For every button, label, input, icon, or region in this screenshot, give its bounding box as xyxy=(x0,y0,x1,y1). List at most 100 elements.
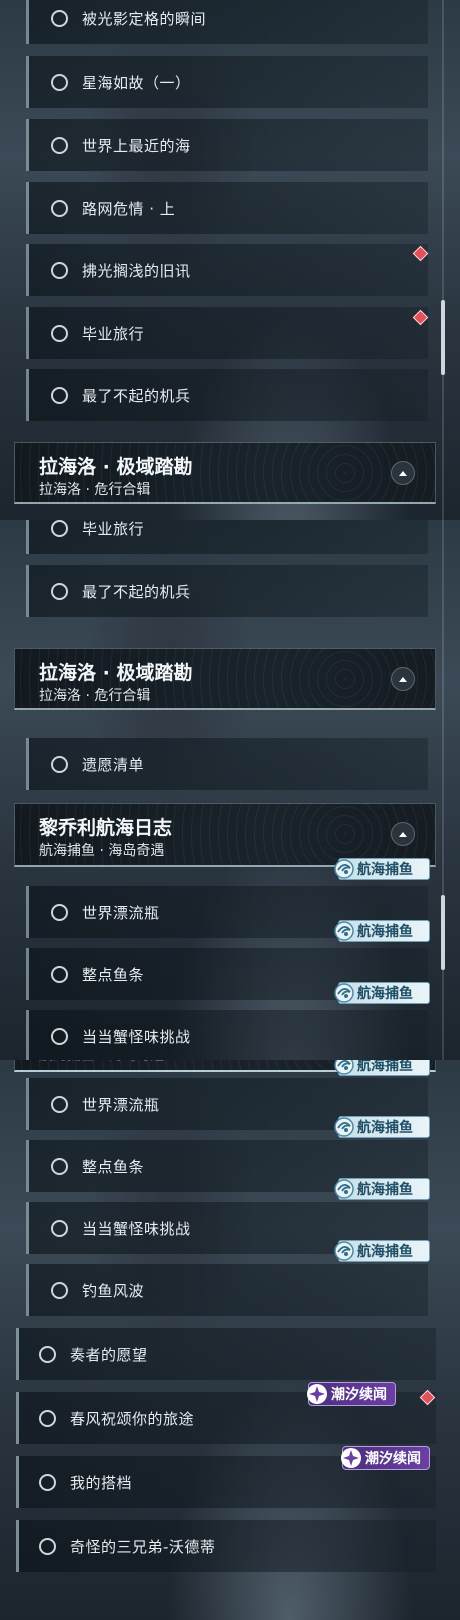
quest-label: 春风祝颂你的旅途 xyxy=(70,1409,195,1428)
fishing-tag-label: 航海捕鱼 xyxy=(357,1120,413,1136)
radio-icon xyxy=(51,199,68,217)
group-subtitle: 航海捕鱼 · 海岛奇遇 xyxy=(39,843,165,859)
fishing-swirl-icon xyxy=(334,859,354,879)
fishing-swirl-icon xyxy=(334,921,354,941)
radio-icon xyxy=(51,755,68,773)
quest-item[interactable]: 遗愿清单 xyxy=(26,738,428,790)
scrollbar-track[interactable] xyxy=(442,520,444,1060)
tide-tag: 潮汐续闻 xyxy=(307,1382,396,1406)
quest-label: 当当蟹怪味挑战 xyxy=(82,1027,191,1046)
tide-tag-label: 潮汐续闻 xyxy=(365,1451,421,1467)
fishing-tag-label: 航海捕鱼 xyxy=(357,1182,413,1198)
quest-item[interactable]: 奏者的愿望 xyxy=(16,1328,436,1380)
quest-item[interactable]: 最了不起的机兵 xyxy=(26,565,428,617)
group-header-lahailuo[interactable]: 拉海洛 · 极域踏勘 拉海洛 · 危行合辑 xyxy=(14,442,436,504)
tide-tag-label: 潮汐续闻 xyxy=(331,1387,387,1403)
radio-icon xyxy=(51,520,68,537)
fishing-tag: 航海捕鱼 xyxy=(334,1116,430,1138)
fishing-tag: 航海捕鱼 xyxy=(334,1240,430,1262)
quest-item[interactable]: 最了不起的机兵 xyxy=(26,369,428,421)
quest-item[interactable]: 星海如故（一） xyxy=(26,56,428,108)
quest-label: 世界漂流瓶 xyxy=(82,1095,160,1114)
fishing-tag-label: 航海捕鱼 xyxy=(357,1244,413,1260)
group-subtitle: 航海捕鱼 · 海岛奇遇 xyxy=(39,1060,164,1065)
fishing-tag: 航海捕鱼 xyxy=(334,920,430,942)
fishing-tag-label: 航海捕鱼 xyxy=(357,1060,413,1074)
quest-label: 遗愿清单 xyxy=(82,755,145,774)
chevron-up-icon xyxy=(399,470,407,476)
fishing-tag: 航海捕鱼 xyxy=(334,982,430,1004)
quest-label: 整点鱼条 xyxy=(82,965,145,984)
group-title: 拉海洛 · 极域踏勘 xyxy=(39,662,193,684)
scrollbar-track[interactable] xyxy=(442,0,444,520)
quest-label: 世界上最近的海 xyxy=(82,136,191,155)
radio-icon xyxy=(51,1027,68,1045)
quest-item[interactable]: 世界上最近的海 xyxy=(26,119,428,171)
quest-label: 最了不起的机兵 xyxy=(82,582,191,601)
collapse-button[interactable] xyxy=(391,822,415,846)
radio-icon xyxy=(51,261,68,279)
quest-item[interactable]: 拂光搁浅的旧讯 xyxy=(26,244,428,296)
quest-label: 星海如故（一） xyxy=(82,73,191,92)
radio-icon xyxy=(51,965,68,983)
quest-item[interactable]: 当当蟹怪味挑战 xyxy=(26,1010,428,1060)
group-subtitle: 拉海洛 · 危行合辑 xyxy=(39,688,151,704)
quest-item[interactable]: 毕业旅行 xyxy=(26,307,428,359)
quest-label: 最了不起的机兵 xyxy=(82,386,191,405)
radio-icon xyxy=(39,1345,56,1363)
quest-label: 世界漂流瓶 xyxy=(82,903,160,922)
radio-icon xyxy=(51,73,68,91)
group-title: 拉海洛 · 极域踏勘 xyxy=(39,456,193,478)
quest-label: 我的搭档 xyxy=(70,1473,133,1492)
group-header-lahailuo[interactable]: 拉海洛 · 极域踏勘 拉海洛 · 危行合辑 xyxy=(14,648,436,710)
fishing-tag-label: 航海捕鱼 xyxy=(357,986,413,1002)
quest-item[interactable]: 毕业旅行 xyxy=(26,520,428,554)
radio-icon xyxy=(39,1409,56,1427)
quest-list-panel-2: 毕业旅行 最了不起的机兵 拉海洛 · 极域踏勘 拉海洛 · 危行合辑 遗愿清单 … xyxy=(0,520,460,1060)
fishing-tag: 航海捕鱼 xyxy=(334,1178,430,1200)
radio-icon xyxy=(39,1537,56,1555)
fishing-tag: 航海捕鱼 xyxy=(334,1060,430,1076)
radio-icon xyxy=(51,386,68,404)
radio-icon xyxy=(51,1219,68,1237)
quest-label: 钓鱼风波 xyxy=(82,1281,145,1300)
quest-label: 毕业旅行 xyxy=(82,324,145,343)
radio-icon xyxy=(51,1157,68,1175)
tide-star-icon xyxy=(307,1384,327,1404)
radio-icon xyxy=(51,582,68,600)
quest-item[interactable]: 路网危情 · 上 xyxy=(26,182,428,234)
fishing-tag: 航海捕鱼 xyxy=(334,858,430,880)
radio-icon xyxy=(51,903,68,921)
fishing-swirl-icon xyxy=(334,1117,354,1137)
tide-star-icon xyxy=(341,1448,361,1468)
quest-label: 当当蟹怪味挑战 xyxy=(82,1219,191,1238)
radio-icon xyxy=(51,136,68,154)
chevron-up-icon xyxy=(399,676,407,682)
fishing-tag-label: 航海捕鱼 xyxy=(357,924,413,940)
group-subtitle: 拉海洛 · 危行合辑 xyxy=(39,482,151,498)
quest-list-panel-1: 被光影定格的瞬间 星海如故（一） 世界上最近的海 路网危情 · 上 拂光搁浅的旧… xyxy=(0,0,460,520)
fishing-swirl-icon xyxy=(334,1179,354,1199)
fishing-swirl-icon xyxy=(334,1060,354,1075)
scrollbar-thumb[interactable] xyxy=(441,300,445,375)
collapse-button[interactable] xyxy=(391,667,415,691)
quest-label: 路网危情 · 上 xyxy=(82,199,176,218)
radio-icon xyxy=(39,1473,56,1491)
chevron-up-icon xyxy=(399,831,407,837)
fishing-tag-label: 航海捕鱼 xyxy=(357,862,413,878)
quest-label: 毕业旅行 xyxy=(82,520,145,538)
radio-icon xyxy=(51,9,68,27)
radio-icon xyxy=(51,324,68,342)
scrollbar-thumb[interactable] xyxy=(441,895,445,970)
quest-list-panel-3: 航海捕鱼 · 海岛奇遇 世界漂流瓶 整点鱼条 当当蟹怪味挑战 钓鱼风波 航海捕鱼… xyxy=(0,1060,460,1620)
quest-item[interactable]: 钓鱼风波 xyxy=(26,1264,428,1316)
quest-label: 被光影定格的瞬间 xyxy=(82,9,207,28)
quest-item[interactable]: 奇怪的三兄弟-沃德蒂 xyxy=(16,1520,436,1572)
group-title: 黎乔利航海日志 xyxy=(39,817,173,839)
collapse-button[interactable] xyxy=(391,461,415,485)
quest-label: 奏者的愿望 xyxy=(70,1345,148,1364)
tide-tag: 潮汐续闻 xyxy=(341,1446,430,1470)
radio-icon xyxy=(51,1281,68,1299)
quest-item[interactable]: 被光影定格的瞬间 xyxy=(26,0,428,44)
quest-label: 奇怪的三兄弟-沃德蒂 xyxy=(70,1537,216,1556)
